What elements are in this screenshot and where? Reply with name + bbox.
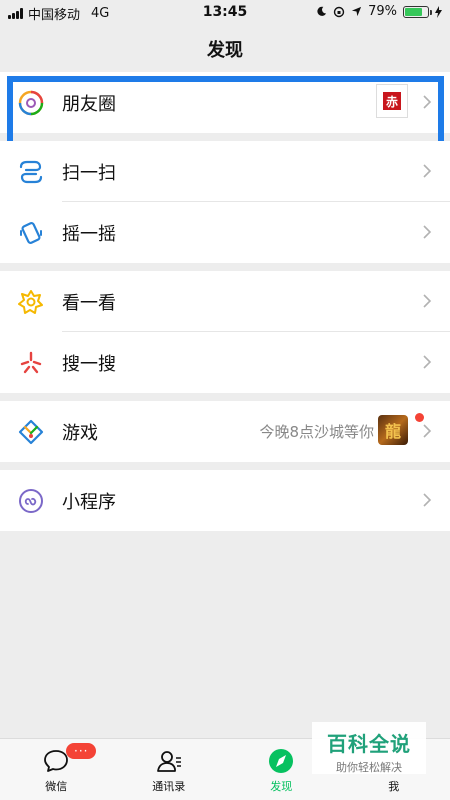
- tab-contacts-label: 通讯录: [152, 780, 186, 793]
- moments-icon: [18, 90, 44, 116]
- rotation-lock-icon: [333, 6, 345, 17]
- group-scan-shake: 扫一扫 摇一摇: [0, 141, 450, 263]
- mini-programs-label: 小程序: [62, 491, 116, 513]
- battery-icon: [403, 5, 432, 18]
- location-icon: [352, 6, 362, 17]
- contacts-icon: [154, 746, 184, 776]
- chevron-right-icon: [423, 493, 432, 507]
- chevron-right-icon: [423, 95, 432, 109]
- games-note: 今晚8点沙城等你: [259, 423, 374, 441]
- page-title: 发现: [207, 40, 243, 61]
- list-item-shake[interactable]: 摇一摇: [0, 202, 450, 263]
- shake-icon: [18, 220, 44, 246]
- shake-label: 摇一摇: [62, 223, 116, 245]
- games-label: 游戏: [62, 422, 98, 444]
- list-item-search[interactable]: 搜一搜: [0, 332, 450, 393]
- watermark: 百科全说 助你轻松解决: [312, 722, 426, 774]
- group-moments: 朋友圈 赤: [0, 72, 450, 133]
- watermark-title: 百科全说: [327, 732, 411, 756]
- top-stories-label: 看一看: [62, 292, 116, 314]
- watermark-subtitle: 助你轻松解决: [336, 761, 402, 774]
- scan-label: 扫一扫: [62, 162, 116, 184]
- status-bar: 中国移动 4G 13:45 79%: [0, 0, 450, 26]
- games-icon: [18, 419, 44, 445]
- tab-contacts[interactable]: 通讯录: [113, 739, 226, 800]
- group-mini-programs: 小程序: [0, 470, 450, 531]
- list-item-top-stories[interactable]: 看一看: [0, 271, 450, 332]
- compass-icon: [266, 746, 296, 776]
- tab-me-label: 我: [388, 780, 400, 793]
- notification-dot: [415, 413, 424, 422]
- mini-programs-icon: [18, 488, 44, 514]
- moments-label: 朋友圈: [62, 93, 116, 115]
- charging-icon: [435, 5, 442, 18]
- battery-percent: 79%: [368, 4, 397, 19]
- group-stories-search: 看一看 搜一搜: [0, 271, 450, 393]
- chevron-right-icon: [423, 424, 432, 438]
- list-item-moments[interactable]: 朋友圈 赤: [0, 72, 450, 133]
- tab-chats-label: 微信: [45, 780, 68, 793]
- list-item-mini-programs[interactable]: 小程序: [0, 470, 450, 531]
- list-item-scan[interactable]: 扫一扫: [0, 141, 450, 202]
- tab-discover-label: 发现: [270, 780, 293, 793]
- moments-thumbnail: 赤: [376, 84, 408, 118]
- search-icon: [18, 350, 44, 376]
- top-stories-icon: [18, 289, 44, 315]
- unread-badge: ···: [66, 743, 97, 759]
- game-thumbnail: 龍: [378, 415, 408, 445]
- status-right: 79%: [316, 4, 442, 19]
- chevron-right-icon: [423, 225, 432, 239]
- chevron-right-icon: [423, 164, 432, 178]
- scan-icon: [18, 159, 44, 185]
- chevron-right-icon: [423, 294, 432, 308]
- chevron-right-icon: [423, 355, 432, 369]
- list-item-games[interactable]: 游戏 今晚8点沙城等你 龍: [0, 401, 450, 462]
- group-games: 游戏 今晚8点沙城等你 龍: [0, 401, 450, 462]
- search-label: 搜一搜: [62, 353, 116, 375]
- tab-chats[interactable]: 微信 ···: [0, 739, 113, 800]
- moon-icon: [317, 6, 327, 16]
